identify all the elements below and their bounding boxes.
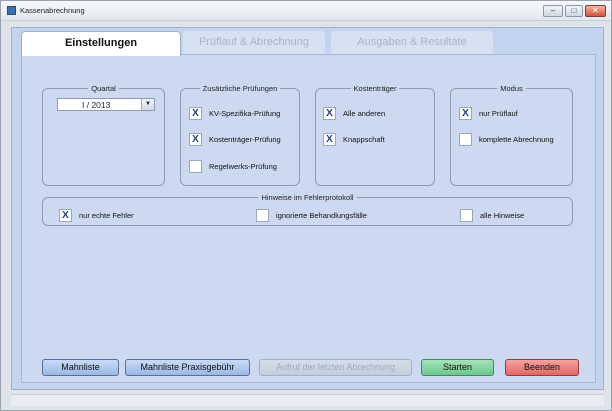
chevron-down-icon[interactable]: ▼ [141,99,154,110]
kostentraeger-legend: Kostenträger [353,84,397,93]
checkbox-label: Kostenträger-Prüfung [209,134,281,144]
tab-prueflauf-abrechnung[interactable]: Prüflauf & Abrechnung [183,31,325,54]
checkbox-box[interactable]: X [189,106,202,120]
checkbox-box[interactable]: X [59,208,72,222]
checkbox-regelwerks[interactable]: Regelwerks-Prüfung [189,159,277,173]
maximize-button[interactable]: □ [565,5,583,17]
title-bar: Kassenabrechnung – □ ✕ [1,1,611,21]
checkbox-ignorierte-behandlungsfaelle[interactable]: ignorierte Behandlungsfälle [256,208,367,222]
checkbox-box[interactable] [460,208,473,222]
mahnliste-button[interactable]: Mahnliste [42,359,119,376]
checkbox-box[interactable]: X [189,132,202,146]
checkbox-label: nur echte Fehler [79,210,134,220]
quartal-select[interactable]: I / 2013 ▼ [57,98,155,111]
starten-button[interactable]: Starten [421,359,494,376]
app-icon [7,6,16,15]
checkbox-label: nur Prüflauf [479,108,518,118]
checkbox-nur-echte-fehler[interactable]: X nur echte Fehler [59,208,134,222]
checkbox-alle-anderen[interactable]: X Alle anderen [323,106,385,120]
beenden-button[interactable]: Beenden [505,359,579,376]
checkbox-label: KV-Spezifika-Prüfung [209,108,281,118]
checkbox-label: Knappschaft [343,134,385,144]
window-title: Kassenabrechnung [20,6,85,15]
checkbox-box[interactable] [189,159,202,173]
minimize-button[interactable]: – [543,5,563,17]
checkbox-box[interactable]: X [323,106,336,120]
modus-legend: Modus [500,84,523,93]
close-button[interactable]: ✕ [585,5,606,17]
tab-ausgaben-resultate[interactable]: Ausgaben & Resultate [331,31,493,54]
checkbox-alle-hinweise[interactable]: alle Hinweise [460,208,524,222]
checkbox-kostentraeger-pruefung[interactable]: X Kostenträger-Prüfung [189,132,281,146]
checkbox-komplette-abrechnung[interactable]: komplette Abrechnung [459,132,554,146]
checkbox-box[interactable]: X [323,132,336,146]
checkbox-kv-spezifika[interactable]: X KV-Spezifika-Prüfung [189,106,280,120]
pruefungen-legend: Zusätzliche Prüfungen [202,84,278,93]
checkbox-label: ignorierte Behandlungsfälle [276,210,367,220]
application-window: Kassenabrechnung – □ ✕ Einstellungen Prü… [0,0,612,411]
hinweise-legend: Hinweise im Fehlerprotokoll [261,193,354,202]
checkbox-nur-prueflauf[interactable]: X nur Prüflauf [459,106,518,120]
tab-einstellungen[interactable]: Einstellungen [21,31,181,56]
quartal-legend: Quartal [91,84,116,93]
aufruf-letzte-abrechnung-button[interactable]: Aufruf der letzten Abrechnung [259,359,412,376]
quartal-select-value: I / 2013 [82,100,111,110]
checkbox-box[interactable]: X [459,106,472,120]
status-bar [11,394,604,406]
checkbox-box[interactable] [256,208,269,222]
checkbox-label: alle Hinweise [480,210,525,220]
checkbox-knappschaft[interactable]: X Knappschaft [323,132,385,146]
mahnliste-praxisgebuehr-button[interactable]: Mahnliste Praxisgebühr [125,359,250,376]
checkbox-label: Alle anderen [343,108,386,118]
checkbox-label: Regelwerks-Prüfung [209,161,277,171]
checkbox-box[interactable] [459,132,472,146]
checkbox-label: komplette Abrechnung [479,134,554,144]
